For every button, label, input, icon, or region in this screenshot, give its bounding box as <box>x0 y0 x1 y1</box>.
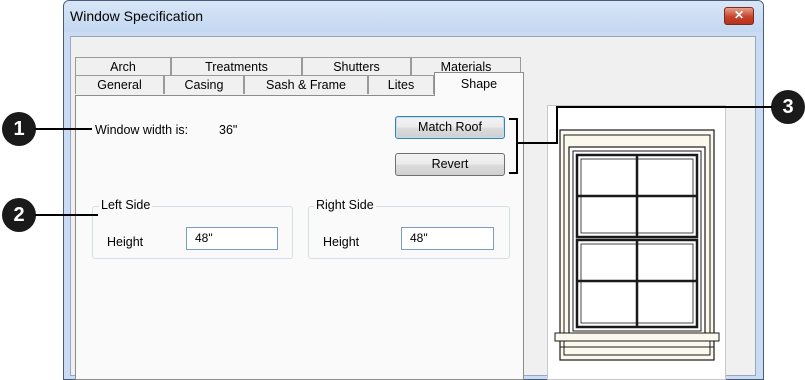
callout-2: 2 <box>2 198 36 232</box>
tab-label: Shutters <box>333 60 380 74</box>
callout-3-leader-mid <box>516 142 558 144</box>
right-height-label: Height <box>323 235 360 249</box>
revert-label: Revert <box>431 157 469 171</box>
right-height-field[interactable]: 48" <box>401 227 494 250</box>
tab-label: Treatments <box>205 60 268 74</box>
tab-shape[interactable]: Shape <box>434 72 524 96</box>
tab-label: Sash & Frame <box>266 78 346 92</box>
callout-1: 1 <box>2 112 36 146</box>
close-button[interactable]: ✕ <box>724 7 754 25</box>
tab-casing[interactable]: Casing <box>164 75 244 94</box>
callout-1-leader <box>35 128 92 130</box>
tab-label: Arch <box>110 60 136 74</box>
tab-shutters[interactable]: Shutters <box>302 57 411 76</box>
match-roof-label: Match Roof <box>418 120 482 134</box>
right-side-legend: Right Side <box>314 198 376 212</box>
left-height-field[interactable]: 48" <box>186 227 278 250</box>
close-icon: ✕ <box>733 8 745 22</box>
callout-3-leader-top <box>556 106 772 108</box>
callout-3-leader-down <box>556 106 558 144</box>
tab-label: General <box>97 78 142 92</box>
tab-lites[interactable]: Lites <box>368 75 434 94</box>
match-roof-button[interactable]: Match Roof <box>395 116 505 139</box>
tab-label: Casing <box>184 78 224 92</box>
callout-3-bracket <box>516 118 518 174</box>
tab-sash-frame[interactable]: Sash & Frame <box>244 75 368 94</box>
tab-general[interactable]: General <box>75 75 164 94</box>
tab-arch[interactable]: Arch <box>75 57 171 76</box>
left-side-legend: Left Side <box>99 198 153 212</box>
tab-label: Lites <box>387 78 415 92</box>
dialog-title: Window Specification <box>70 8 204 24</box>
tab-treatments[interactable]: Treatments <box>171 57 302 76</box>
window-preview-icon <box>554 129 720 361</box>
window-width-label: Window width is: <box>95 123 189 137</box>
callout-2-leader <box>35 214 98 216</box>
callout-3-bracket-bottom <box>509 172 518 174</box>
left-height-label: Height <box>107 235 144 249</box>
tab-label: Shape <box>460 77 498 91</box>
callout-3: 3 <box>771 90 805 124</box>
revert-button[interactable]: Revert <box>395 153 505 176</box>
window-width-value: 36" <box>219 123 238 137</box>
callout-3-bracket-top <box>509 118 518 120</box>
